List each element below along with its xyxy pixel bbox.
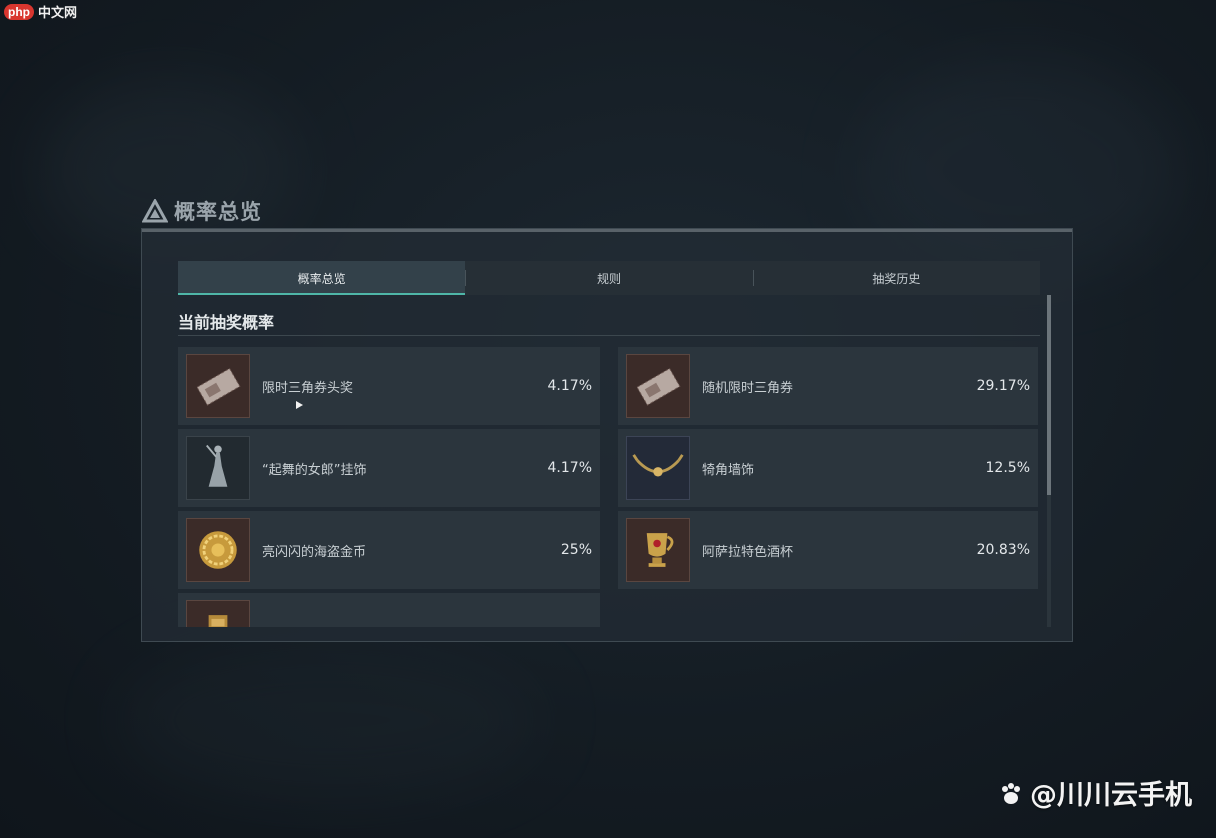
ticket-icon: [186, 354, 250, 418]
item-probability: 29.17%: [976, 378, 1030, 394]
item-name: 亮闪闪的海盗金币: [262, 544, 367, 560]
section-divider: [178, 335, 1040, 336]
gold-coin-icon: [186, 518, 250, 582]
item-name: 犄角墙饰: [702, 462, 755, 478]
list-item[interactable]: [178, 593, 600, 627]
item-column-right: 随机限时三角券 29.17% 犄角墙饰 12.5% 阿萨拉特色酒杯 20.83%: [618, 347, 1038, 593]
horn-necklace-icon: [626, 436, 690, 500]
item-name: 随机限时三角券: [702, 380, 794, 396]
list-item[interactable]: 阿萨拉特色酒杯 20.83%: [618, 511, 1038, 589]
watermark-text: 中文网: [38, 6, 78, 21]
window-title: 概率总览: [174, 200, 262, 224]
mouse-cursor: [296, 401, 303, 409]
panel-top-border: [142, 229, 1072, 232]
list-item[interactable]: 限时三角券头奖 4.17%: [178, 347, 600, 425]
list-item[interactable]: “起舞的女郎”挂饰 4.17%: [178, 429, 600, 507]
item-probability: 4.17%: [547, 460, 592, 476]
item-column-left: 限时三角券头奖 4.17% “起舞的女郎”挂饰 4.17% 亮闪闪的海盗金币 2…: [178, 347, 600, 627]
golden-box-icon: [186, 600, 250, 627]
watermark-badge: php: [4, 3, 34, 20]
tab-probability-overview[interactable]: 概率总览: [178, 261, 466, 295]
item-name: 限时三角券头奖: [262, 380, 354, 396]
list-item[interactable]: 随机限时三角券 29.17%: [618, 347, 1038, 425]
section-title: 当前抽奖概率: [178, 313, 275, 332]
watermark-bottom: @川川云手机: [998, 773, 1192, 812]
item-probability: 25%: [560, 542, 592, 558]
item-name: 阿萨拉特色酒杯: [702, 544, 794, 560]
probability-panel: 概率总览 规则 抽奖历史 当前抽奖概率 限时三角券头奖 4.17% “起舞的女郎…: [141, 228, 1073, 642]
scrollbar[interactable]: [1047, 295, 1051, 627]
list-item[interactable]: 犄角墙饰 12.5%: [618, 429, 1038, 507]
tab-bar: 概率总览 规则 抽奖历史: [178, 261, 1040, 295]
background-smudge: [120, 640, 540, 800]
window-title-bar: 概率总览: [142, 196, 262, 226]
item-probability: 4.17%: [547, 378, 592, 394]
dancer-figurine-icon: [186, 436, 250, 500]
item-probability: 12.5%: [985, 460, 1030, 476]
triangle-logo-icon: [142, 199, 168, 223]
ticket-icon: [626, 354, 690, 418]
paw-icon: [1002, 782, 1020, 804]
item-probability: 20.83%: [976, 542, 1030, 558]
tab-rules[interactable]: 规则: [465, 261, 752, 295]
watermark-bottom-text: @川川云手机: [1030, 780, 1192, 811]
list-item[interactable]: 亮闪闪的海盗金币 25%: [178, 511, 600, 589]
tab-draw-history[interactable]: 抽奖历史: [752, 261, 1040, 295]
scrollbar-thumb[interactable]: [1047, 295, 1051, 495]
item-name: “起舞的女郎”挂饰: [262, 462, 367, 478]
item-list: 限时三角券头奖 4.17% “起舞的女郎”挂饰 4.17% 亮闪闪的海盗金币 2…: [178, 345, 1040, 627]
watermark-top: php 中文网: [0, 0, 81, 23]
goblet-icon: [626, 518, 690, 582]
